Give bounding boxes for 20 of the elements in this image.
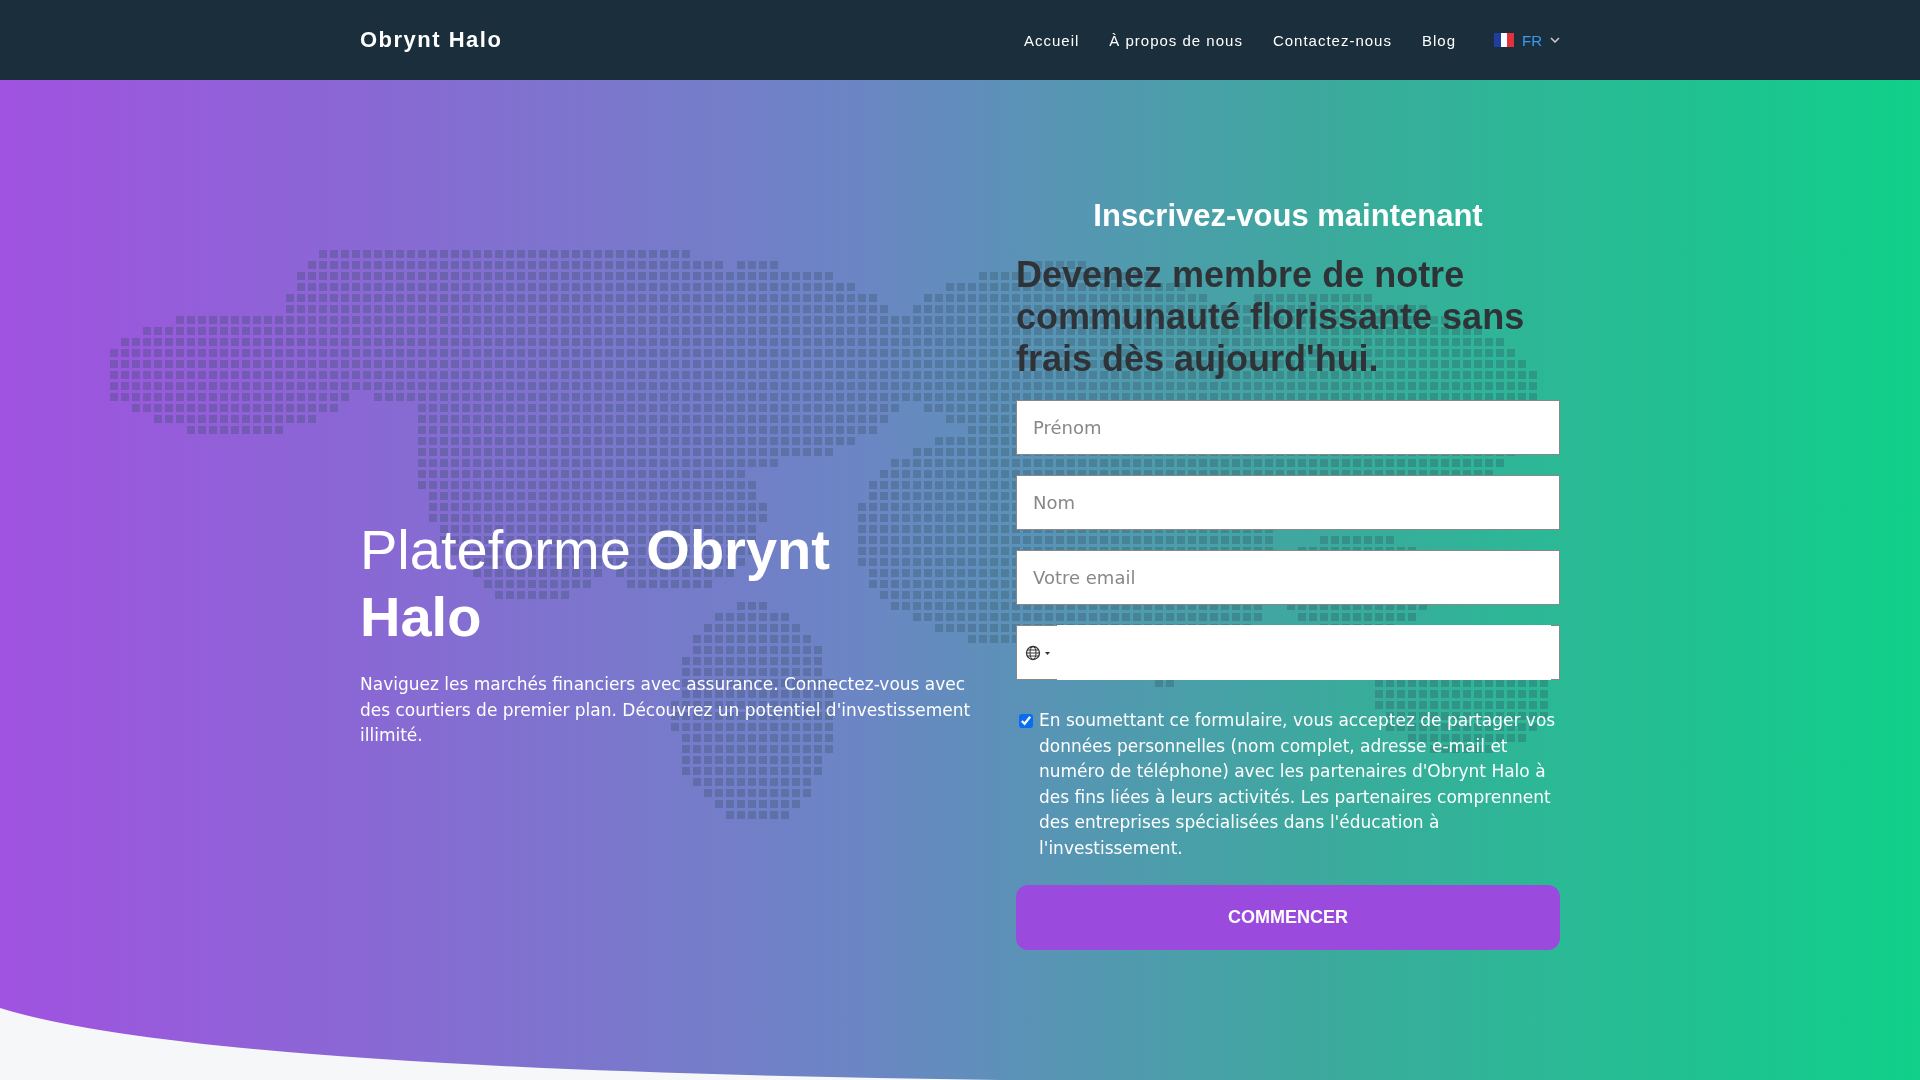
input-field[interactable]: Prénom	[1016, 400, 1560, 455]
flag-icon	[1494, 33, 1514, 47]
nav-link[interactable]: Contactez-nous	[1272, 31, 1392, 49]
form-title: Inscrivez-vous maintenant	[1092, 198, 1484, 234]
phone-field[interactable]	[1016, 625, 1560, 680]
hero-description: Naviguez les marchés financiers avec assurance. Connectez-vous avec des courtiers de premier plan. Découvrez un potentiel d'investissement illimité.	[360, 673, 972, 747]
hero-title: Plateforme Obrynt Halo	[360, 517, 831, 650]
nav-link[interactable]: Blog	[1421, 31, 1456, 49]
submit-button[interactable]: COMMENCER	[1016, 885, 1560, 950]
input-field[interactable]: Nom	[1016, 475, 1560, 530]
globe-icon	[1025, 644, 1053, 661]
consent-text: En soumettant ce formulaire, vous acceptez de partager vos données personnelles (nom complet, adresse e-mail et numéro de téléphone) avec les partenaires d'Obrynt Halo à des fins liées à leurs activités. Les partenaires comprennent des entreprises spécialisées dans l'éducation à l'investissement.	[1039, 709, 1557, 860]
nav-link[interactable]: À propos de nous	[1109, 31, 1243, 49]
brand-logo[interactable]: Obrynt Halo	[360, 27, 503, 53]
chevron-down-icon	[1550, 37, 1560, 43]
language-selector[interactable]: FR	[1494, 31, 1560, 49]
input-field[interactable]: Votre email	[1016, 550, 1560, 605]
form-subtitle: Devenez membre de notre communauté florissante sans frais dès aujourd'hui.	[1016, 254, 1526, 380]
nav-link[interactable]: Accueil	[1023, 31, 1080, 49]
consent-checkbox[interactable]	[1019, 714, 1033, 728]
